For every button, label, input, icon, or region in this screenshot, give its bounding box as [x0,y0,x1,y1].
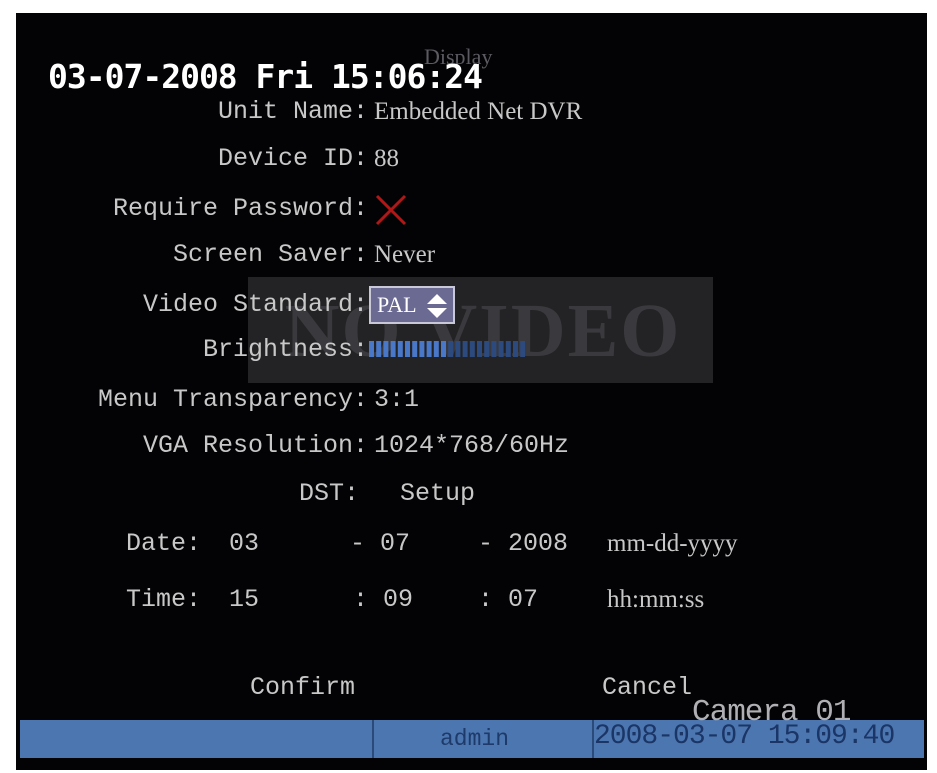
date-year-field[interactable]: - 2008 [478,529,568,559]
brightness-segment [477,341,482,357]
brightness-segment [498,341,504,357]
cancel-button[interactable]: Cancel [602,673,692,703]
up-down-arrow-icon [427,294,447,318]
vga-resolution-label: VGA Resolution: [142,431,368,460]
dst-setup-button[interactable]: Setup [400,479,475,509]
brightness-slider[interactable] [367,340,525,358]
unit-name-label: Unit Name: [217,97,368,126]
brightness-segment [426,341,432,357]
brightness-segment [462,341,468,357]
brightness-segment [455,341,461,357]
screen-saver-label: Screen Saver: [172,240,368,269]
brightness-segment [469,341,475,357]
brightness-segment [505,341,511,357]
video-standard-label: Video Standard: [142,290,368,319]
date-month-field[interactable]: 03 [229,529,259,559]
dvr-display-screen: NO VIDEO Display 03-07-2008 Fri 15:06:24… [16,13,927,770]
date-day-field[interactable]: - 07 [350,529,410,559]
time-minute-field[interactable]: : 09 [353,585,413,615]
brightness-segment [369,341,374,357]
brightness-segment [383,341,389,357]
brightness-segment [491,341,497,357]
device-id-label: Device ID: [217,144,368,173]
brightness-segment [484,341,490,357]
require-password-checkbox[interactable] [374,193,408,227]
date-label: Date: [126,529,202,558]
brightness-label: Brightness: [202,335,368,364]
brightness-segment [376,341,382,357]
dst-label: DST: [299,479,360,508]
date-format-hint: mm-dd-yyyy [607,530,738,557]
x-mark-icon [375,194,407,226]
time-label: Time: [126,585,202,614]
brightness-segment [390,341,396,357]
time-second-field[interactable]: : 07 [478,585,538,615]
video-standard-value: PAL [377,292,417,317]
menu-transparency-field[interactable]: 3:1 [374,385,419,415]
brightness-segment [419,341,425,357]
brightness-segment [397,341,403,357]
video-standard-select[interactable]: PAL [369,286,455,324]
brightness-segment [405,341,410,357]
require-password-label: Require Password: [112,194,368,223]
screen-saver-field[interactable]: Never [374,240,435,270]
confirm-button[interactable]: Confirm [250,673,355,703]
unit-name-field[interactable]: Embedded Net DVR [374,97,582,127]
brightness-segment [412,341,418,357]
status-segment [20,720,374,758]
brightness-segment [433,341,439,357]
current-user: admin [440,726,510,752]
time-hour-field[interactable]: 15 [229,585,259,615]
menu-transparency-label: Menu Transparency: [97,385,368,414]
device-id-field[interactable]: 88 [374,144,399,174]
osd-clock: 03-07-2008 Fri 15:06:24 [48,57,483,96]
brightness-segment [441,341,446,357]
time-format-hint: hh:mm:ss [607,586,705,613]
brightness-segment [520,341,525,357]
brightness-segment [448,341,454,357]
vga-resolution-field[interactable]: 1024*768/60Hz [374,431,569,461]
brightness-segment [513,341,518,357]
camera-name-overlay: Camera 01 [692,695,851,730]
